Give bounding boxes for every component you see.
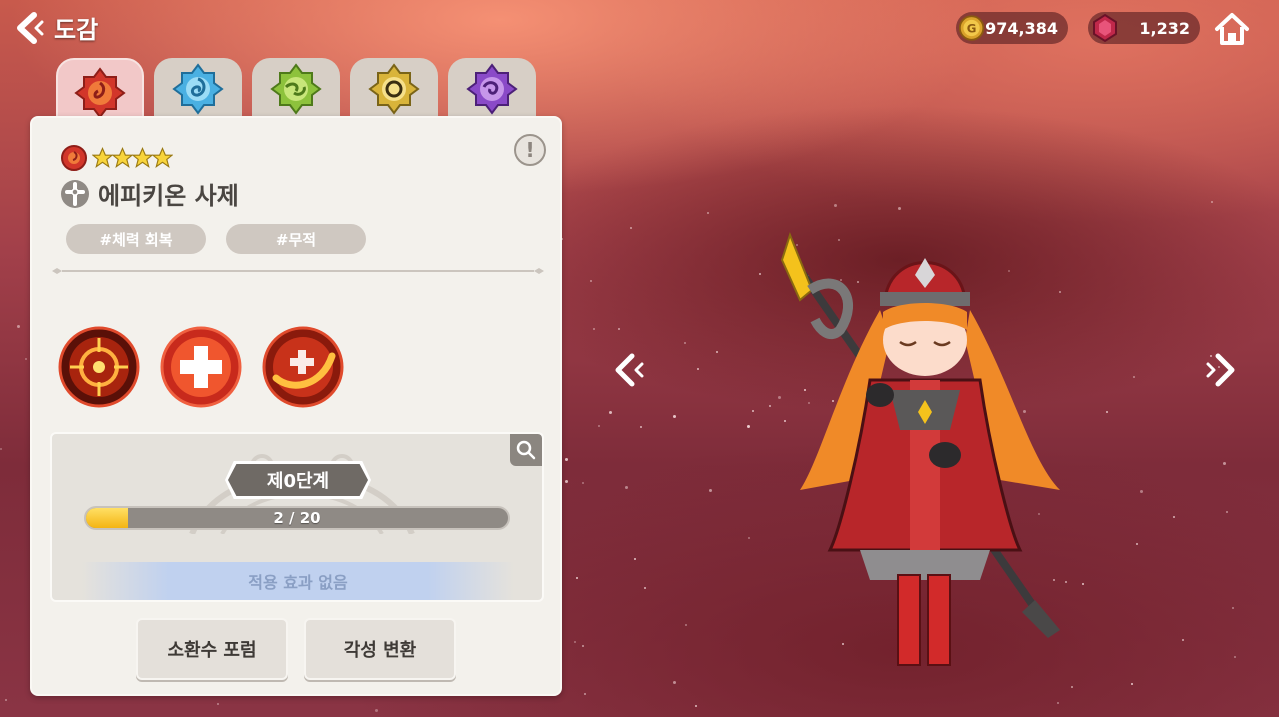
svg-text:G: G bbox=[967, 22, 977, 36]
gold-coin-icon: G bbox=[958, 15, 985, 41]
awaken-convert-button[interactable]: 각성 변환 bbox=[304, 618, 456, 680]
zoom-button[interactable] bbox=[510, 434, 542, 466]
awaken-progress-box: 제0단계 2 / 20 적용 효과 없음 bbox=[50, 432, 544, 602]
wind-element-icon bbox=[270, 63, 322, 115]
tab-wind[interactable] bbox=[252, 58, 340, 120]
info-button[interactable]: ! bbox=[514, 134, 546, 166]
skill-list bbox=[58, 326, 344, 408]
tab-light[interactable] bbox=[350, 58, 438, 120]
chevron-left-icon bbox=[17, 11, 44, 44]
magnifier-icon bbox=[516, 440, 536, 460]
tab-dark[interactable] bbox=[448, 58, 536, 120]
rating-row bbox=[60, 144, 173, 172]
star-icon bbox=[152, 147, 173, 168]
fire-element-icon bbox=[74, 67, 126, 119]
red-gem-icon bbox=[1093, 13, 1117, 43]
character-info-panel: ! 에피키온 사제 #체력 회복 #무적 제0단계 2 / 20 적용 효과 없… bbox=[30, 116, 562, 696]
star-rating bbox=[92, 147, 173, 169]
heal-cross-skill-icon[interactable] bbox=[160, 326, 242, 408]
slash-heal-skill-icon[interactable] bbox=[262, 326, 344, 408]
page-title: 도감 bbox=[54, 16, 99, 44]
back-button[interactable]: 도감 bbox=[14, 10, 98, 45]
character-model bbox=[780, 232, 1060, 666]
light-element-icon bbox=[368, 63, 420, 115]
tag-list: #체력 회복 #무적 bbox=[66, 224, 366, 254]
stage-label: 제0단계 bbox=[228, 464, 368, 496]
holy-cross-icon bbox=[61, 179, 89, 208]
star-icon bbox=[112, 147, 133, 168]
tag-healing: #체력 회복 bbox=[66, 224, 206, 254]
fire-element-icon bbox=[61, 145, 87, 171]
target-burst-skill-icon[interactable] bbox=[58, 326, 140, 408]
exclamation-icon: ! bbox=[525, 138, 535, 162]
gem-currency[interactable]: 1,232 bbox=[1088, 12, 1200, 44]
tag-invincible: #무적 bbox=[226, 224, 366, 254]
water-element-icon bbox=[172, 63, 224, 115]
star-icon bbox=[92, 147, 113, 168]
gem-amount: 1,232 bbox=[1139, 18, 1190, 38]
name-row: 에피키온 사제 bbox=[60, 176, 239, 211]
tab-water[interactable] bbox=[154, 58, 242, 120]
dark-element-icon bbox=[466, 63, 518, 115]
progress-bar: 2 / 20 bbox=[84, 506, 510, 530]
gold-currency[interactable]: G 974,384 bbox=[956, 12, 1068, 44]
divider bbox=[52, 268, 544, 274]
home-icon[interactable] bbox=[1213, 11, 1251, 47]
star-icon bbox=[132, 147, 153, 168]
summon-forum-button[interactable]: 소환수 포럼 bbox=[136, 618, 288, 680]
prev-character-arrow-icon[interactable] bbox=[612, 352, 652, 388]
next-character-arrow-icon[interactable] bbox=[1198, 352, 1238, 388]
character-name: 에피키온 사제 bbox=[98, 182, 239, 210]
gold-amount: 974,384 bbox=[985, 18, 1058, 38]
progress-text: 2 / 20 bbox=[273, 509, 321, 527]
effect-status: 적용 효과 없음 bbox=[82, 562, 514, 600]
